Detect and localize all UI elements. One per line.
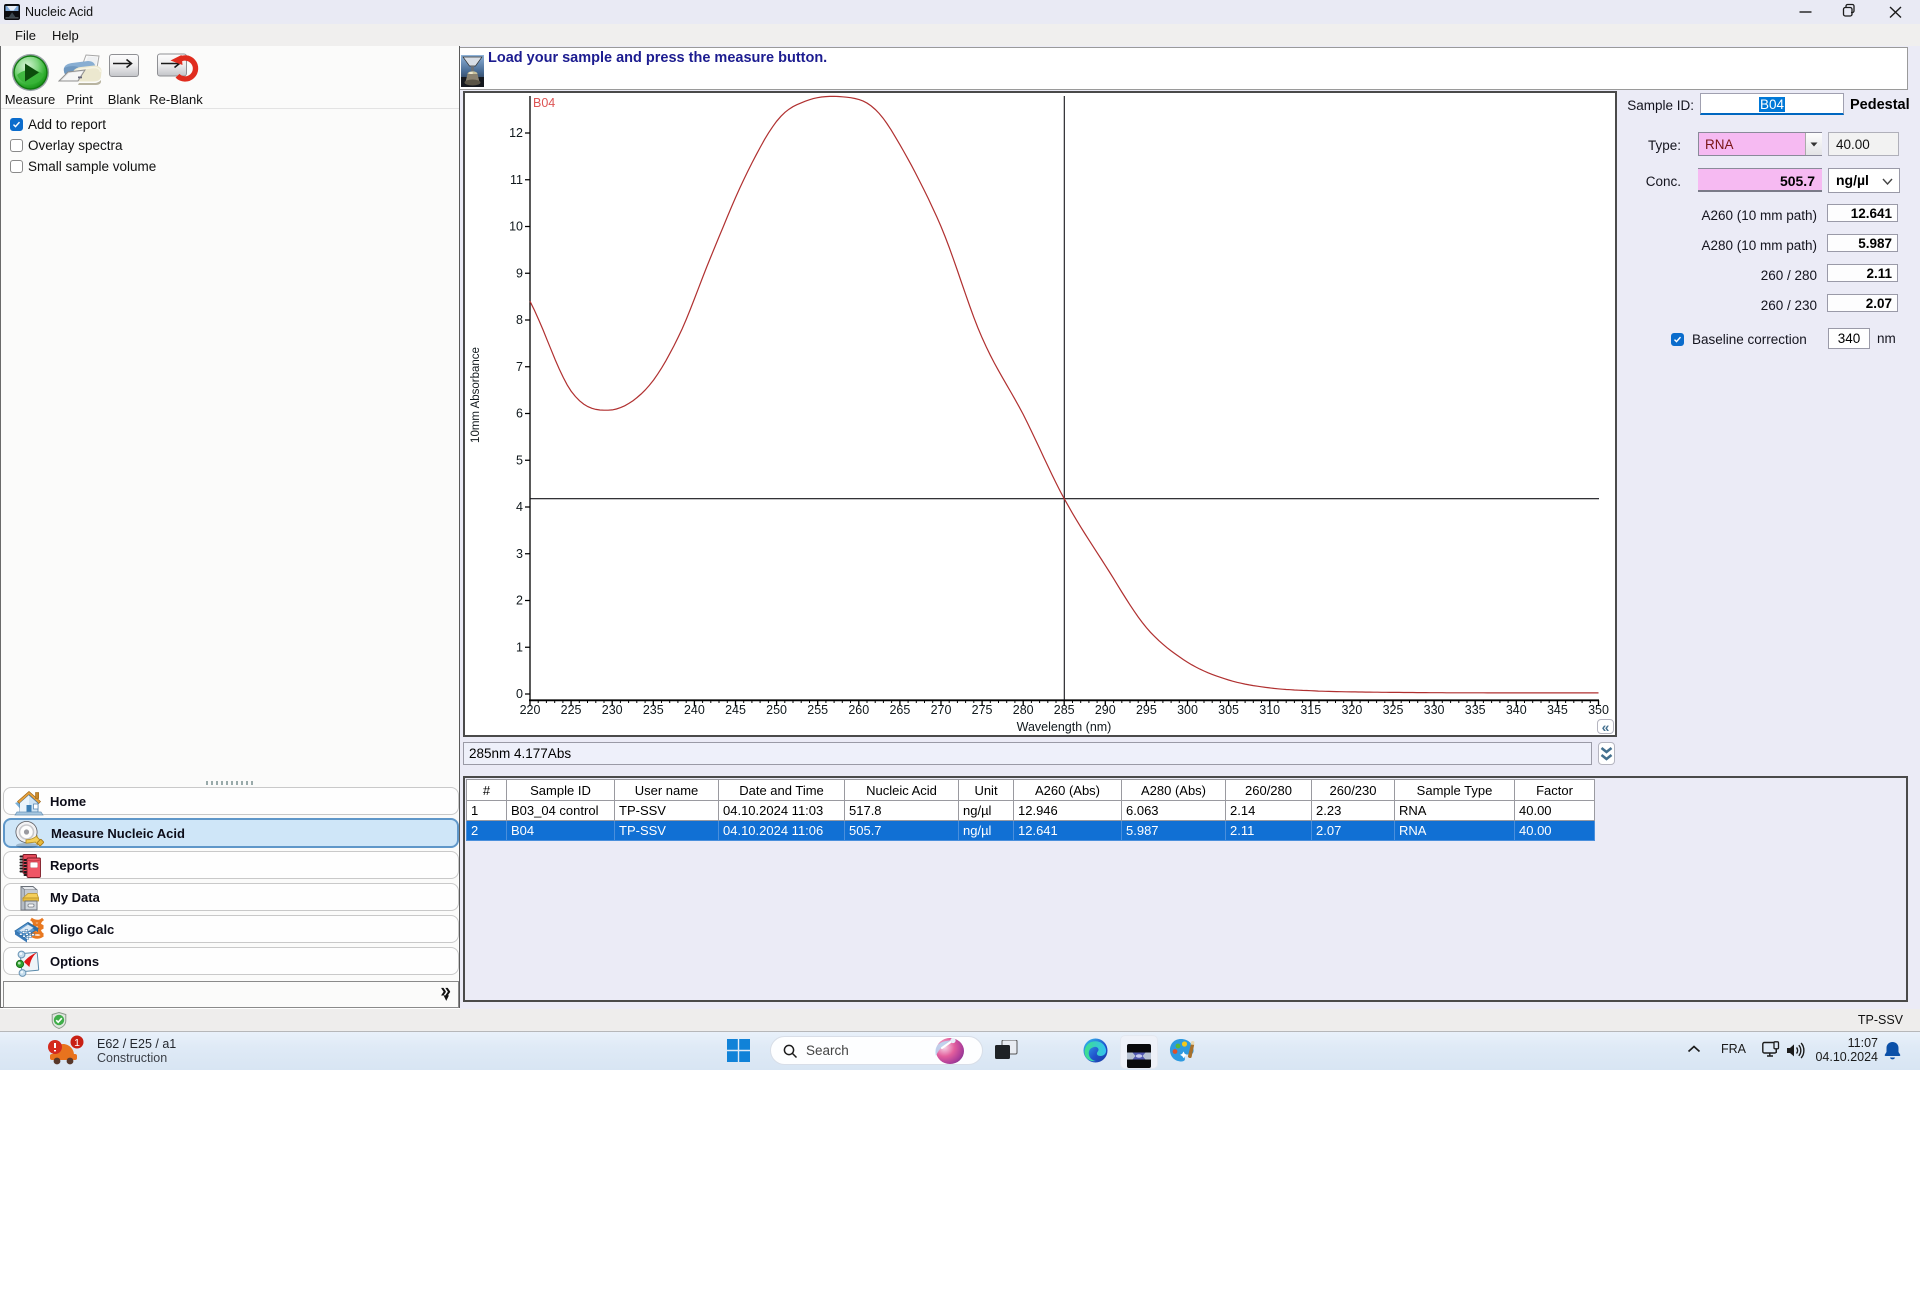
svg-text:1: 1	[74, 1037, 80, 1049]
svg-text:12: 12	[509, 126, 523, 140]
svg-text:B04: B04	[533, 96, 555, 110]
svg-text:3: 3	[516, 547, 523, 561]
svg-text:Wavelength (nm): Wavelength (nm)	[1017, 720, 1112, 734]
svg-text:8: 8	[516, 313, 523, 327]
svg-text:7: 7	[516, 360, 523, 374]
svg-text:9: 9	[516, 266, 523, 280]
svg-text:2: 2	[516, 594, 523, 608]
svg-text:10: 10	[509, 220, 523, 234]
svg-text:1: 1	[516, 641, 523, 655]
svg-text:10mm Absorbance: 10mm Absorbance	[470, 347, 482, 443]
svg-text:5: 5	[516, 453, 523, 467]
svg-text:4: 4	[516, 500, 523, 514]
svg-text:6: 6	[516, 407, 523, 421]
svg-text:0: 0	[516, 687, 523, 701]
svg-text:11: 11	[510, 173, 523, 187]
